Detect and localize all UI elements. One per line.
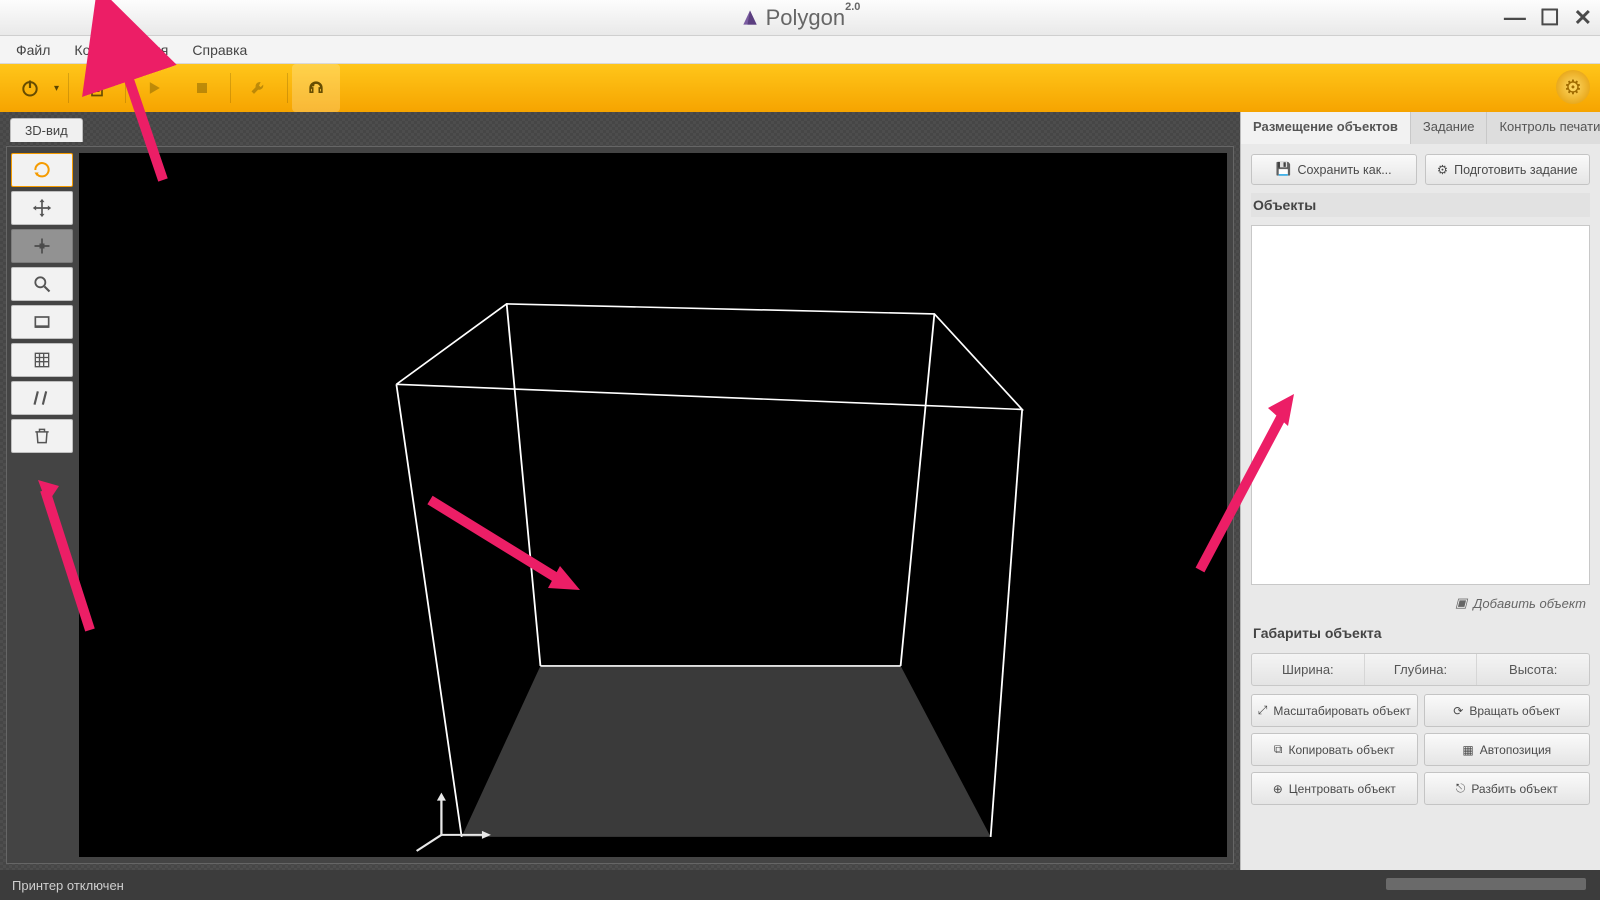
center-object-button[interactable]: ⊕ Центровать объект bbox=[1251, 772, 1418, 805]
add-object-label: Добавить объект bbox=[1473, 596, 1586, 611]
rotate-object-button[interactable]: ⟳ Вращать объект bbox=[1424, 694, 1591, 727]
file-button[interactable] bbox=[73, 64, 121, 112]
center-icon: ⊕ bbox=[1273, 782, 1283, 796]
3d-viewport[interactable] bbox=[79, 153, 1227, 857]
stop-icon bbox=[192, 78, 212, 98]
tool-move[interactable] bbox=[11, 191, 73, 225]
tool-zoom[interactable] bbox=[11, 267, 73, 301]
tool-grid[interactable] bbox=[11, 343, 73, 377]
dim-height: Высота: bbox=[1477, 654, 1589, 685]
rotate-icon: ⟳ bbox=[1453, 704, 1463, 718]
app-version: 2.0 bbox=[845, 1, 860, 13]
tab-3d-view[interactable]: 3D-вид bbox=[10, 118, 83, 142]
grid-icon bbox=[32, 350, 52, 370]
autopos-icon: ▦ bbox=[1462, 743, 1473, 757]
app-name: Polygon bbox=[766, 5, 846, 30]
dim-width: Ширина: bbox=[1252, 654, 1365, 685]
right-panel: Размещение объектов Задание Контроль печ… bbox=[1240, 112, 1600, 870]
plus-icon: ▣ bbox=[1455, 595, 1467, 611]
app-logo-icon bbox=[740, 8, 760, 28]
gear-small-icon: ⚙ bbox=[1437, 162, 1448, 177]
menu-file[interactable]: Файл bbox=[6, 39, 60, 61]
tab-print-control[interactable]: Контроль печати bbox=[1487, 112, 1600, 144]
tab-placement[interactable]: Размещение объектов bbox=[1241, 112, 1411, 144]
copy-icon: ⧉ bbox=[1274, 742, 1283, 757]
support-button[interactable] bbox=[292, 64, 340, 112]
stop-button[interactable] bbox=[178, 64, 226, 112]
tool-delete[interactable] bbox=[11, 419, 73, 453]
prepare-task-label: Подготовить задание bbox=[1454, 163, 1578, 177]
menu-help[interactable]: Справка bbox=[182, 39, 257, 61]
split-object-button[interactable]: ⎋ Разбить объект bbox=[1424, 772, 1591, 805]
orbit-icon bbox=[32, 160, 52, 180]
split-label: Разбить объект bbox=[1471, 782, 1557, 796]
parallel-icon bbox=[32, 388, 52, 408]
scale-label: Масштабировать объект bbox=[1273, 704, 1410, 718]
tool-orbit[interactable] bbox=[11, 153, 73, 187]
document-icon bbox=[87, 78, 107, 98]
dimensions-header: Габариты объекта bbox=[1251, 621, 1590, 645]
tool-move-object[interactable] bbox=[11, 229, 73, 263]
save-icon: 💾 bbox=[1276, 162, 1292, 177]
trash-icon bbox=[32, 426, 52, 446]
dim-depth: Глубина: bbox=[1365, 654, 1478, 685]
progress-bar bbox=[1386, 878, 1586, 890]
close-button[interactable]: ✕ bbox=[1574, 7, 1592, 29]
center-label: Центровать объект bbox=[1289, 782, 1396, 796]
title-bar: Polygon2.0 — ☐ ✕ bbox=[0, 0, 1600, 36]
scale-icon: ⤢ bbox=[1258, 703, 1268, 718]
gear-icon: ⚙ bbox=[1564, 75, 1582, 100]
autoposition-button[interactable]: ▦ Автопозиция bbox=[1424, 733, 1591, 766]
rotate-label: Вращать объект bbox=[1469, 704, 1560, 718]
dimensions-row: Ширина: Глубина: Высота: bbox=[1251, 653, 1590, 686]
right-tabs: Размещение объектов Задание Контроль печ… bbox=[1241, 112, 1600, 144]
tool-parallel[interactable] bbox=[11, 381, 73, 415]
menu-bar: Файл Конфигурация Справка bbox=[0, 36, 1600, 64]
move-object-icon bbox=[32, 236, 52, 256]
status-text: Принтер отключен bbox=[12, 878, 124, 893]
power-dropdown[interactable]: ▾ bbox=[54, 83, 64, 94]
tool-perspective[interactable] bbox=[11, 305, 73, 339]
add-object-button[interactable]: ▣ Добавить объект bbox=[1251, 593, 1590, 613]
headset-icon bbox=[306, 78, 326, 98]
save-as-label: Сохранить как... bbox=[1297, 163, 1391, 177]
objects-list[interactable] bbox=[1251, 225, 1590, 585]
autopos-label: Автопозиция bbox=[1480, 743, 1551, 757]
tools-button[interactable] bbox=[235, 64, 283, 112]
minimize-button[interactable]: — bbox=[1504, 7, 1526, 29]
settings-button[interactable]: ⚙ bbox=[1556, 70, 1590, 104]
power-icon bbox=[20, 78, 40, 98]
tab-task[interactable]: Задание bbox=[1411, 112, 1488, 144]
viewport-toolbox bbox=[11, 153, 73, 453]
copy-object-button[interactable]: ⧉ Копировать объект bbox=[1251, 733, 1418, 766]
wrench-icon bbox=[249, 78, 269, 98]
main-toolbar: ▾ ⚙ bbox=[0, 64, 1600, 112]
play-icon bbox=[144, 78, 164, 98]
perspective-icon bbox=[32, 312, 52, 332]
objects-header: Объекты bbox=[1251, 193, 1590, 217]
prepare-task-button[interactable]: ⚙ Подготовить задание bbox=[1425, 154, 1591, 185]
scale-object-button[interactable]: ⤢ Масштабировать объект bbox=[1251, 694, 1418, 727]
play-button[interactable] bbox=[130, 64, 178, 112]
viewport-area: 3D-вид bbox=[0, 112, 1240, 870]
save-as-button[interactable]: 💾 Сохранить как... bbox=[1251, 154, 1417, 185]
split-icon: ⎋ bbox=[1456, 781, 1466, 796]
move-icon bbox=[32, 198, 52, 218]
magnifier-icon bbox=[32, 274, 52, 294]
menu-config[interactable]: Конфигурация bbox=[64, 39, 178, 61]
status-bar: Принтер отключен bbox=[0, 870, 1600, 900]
workspace: 3D-вид bbox=[0, 112, 1600, 870]
power-button[interactable] bbox=[6, 64, 54, 112]
copy-label: Копировать объект bbox=[1288, 743, 1394, 757]
maximize-button[interactable]: ☐ bbox=[1540, 7, 1560, 29]
